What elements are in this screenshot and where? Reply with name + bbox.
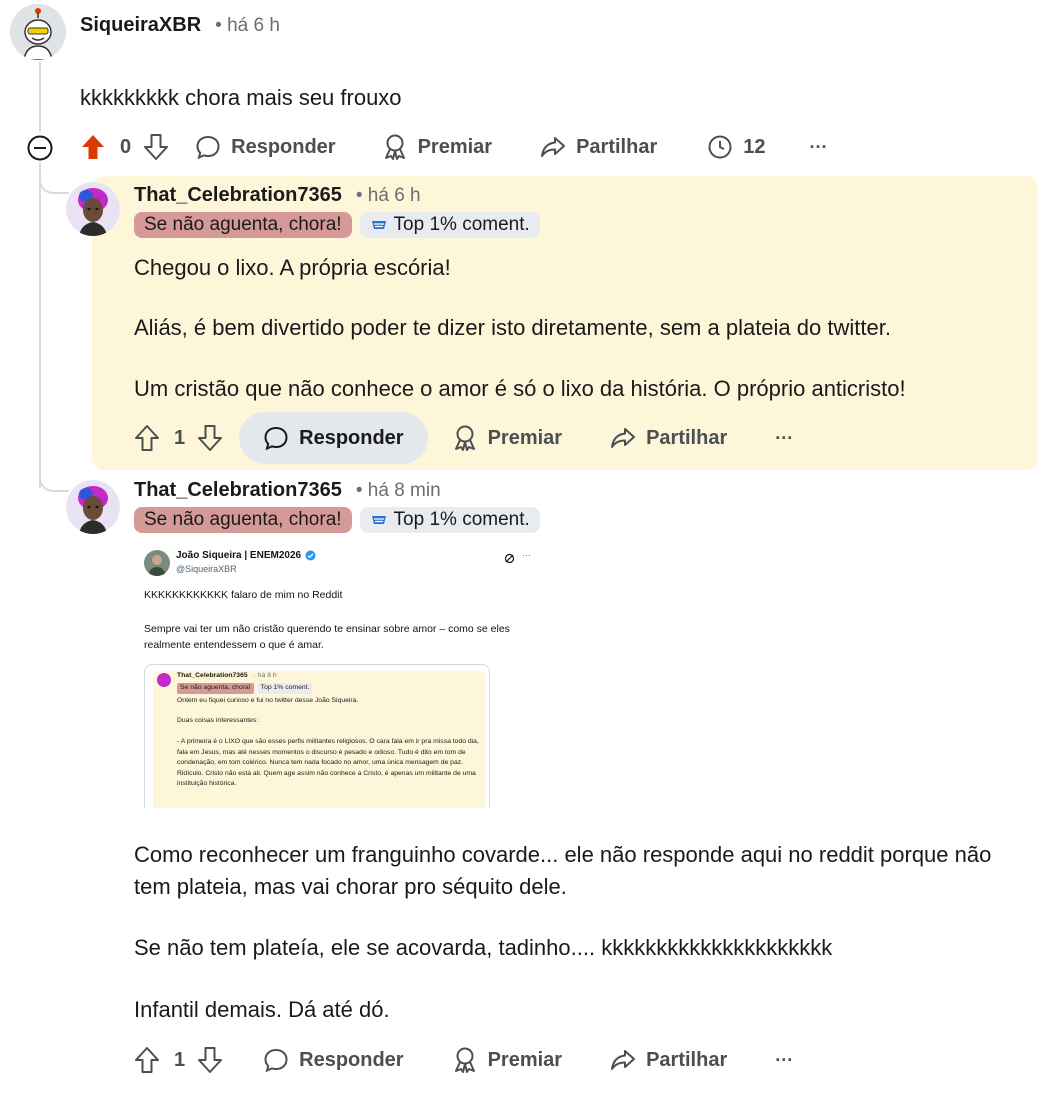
share-button[interactable]: Partilhar xyxy=(610,412,727,464)
badge-icon xyxy=(371,221,386,229)
tweet-avatar xyxy=(144,550,170,576)
user-flair: Se não aguenta, chora! xyxy=(134,212,352,238)
avatar[interactable] xyxy=(66,182,120,236)
comment-time: • há 8 min xyxy=(355,479,441,501)
more-options-button[interactable]: ··· xyxy=(775,1034,793,1086)
more-options-button[interactable]: ··· xyxy=(775,412,793,464)
tweet-grok-icon xyxy=(504,551,515,569)
vote-count: 1 xyxy=(174,426,186,449)
share-icon xyxy=(541,137,566,157)
downvote-button[interactable] xyxy=(143,121,169,173)
comment-time: • há 6 h xyxy=(355,184,421,206)
quoted-badge: Top 1% coment. xyxy=(257,683,313,694)
speech-bubble-icon xyxy=(196,135,220,160)
thread-curve-2 xyxy=(39,462,69,492)
comment-actions: 1 Responder Premiar Partilhar ··· xyxy=(134,412,793,464)
share-button[interactable]: Partilhar xyxy=(610,1034,727,1086)
upvote-button[interactable] xyxy=(134,1034,160,1086)
upvote-button[interactable] xyxy=(80,121,106,173)
tweet-more-icon: ··· xyxy=(522,550,531,560)
embedded-tweet-image[interactable]: João Siqueira | ENEM2026 @SiqueiraXBR ··… xyxy=(134,540,554,808)
avatar[interactable] xyxy=(66,480,120,534)
award-icon xyxy=(454,1047,475,1073)
tweet-author-name: João Siqueira | ENEM2026 xyxy=(176,550,302,561)
quoted-p1: Ontem eu fiquei curioso e fui no twitter… xyxy=(177,697,359,704)
verified-icon xyxy=(305,550,316,561)
thread-curve-1 xyxy=(39,166,69,194)
award-button[interactable]: Premiar xyxy=(452,1034,562,1086)
comment-body-p3: Um cristão que não conhece o amor é só o… xyxy=(134,376,906,401)
downvote-icon xyxy=(198,1047,223,1073)
comment-body-p2: Aliás, é bem divertido poder te dizer is… xyxy=(134,315,891,340)
share-icon xyxy=(611,1050,636,1070)
comment-time: • há 6 h xyxy=(215,14,280,36)
reply-button[interactable]: Responder xyxy=(263,1034,404,1086)
comment-actions: 1 Responder Premiar Partilhar ··· xyxy=(134,1034,793,1086)
reply-button[interactable]: Responder xyxy=(195,121,336,173)
quoted-time: · há 8 h xyxy=(253,672,277,679)
quoted-p2: Duas coisas interessantes: xyxy=(177,717,259,724)
award-button[interactable]: Premiar xyxy=(452,412,562,464)
speech-bubble-icon xyxy=(264,426,288,451)
downvote-button[interactable] xyxy=(197,412,223,464)
top-commenter-badge: Top 1% coment. xyxy=(359,212,540,238)
speech-bubble-icon xyxy=(264,1048,288,1073)
upvote-icon xyxy=(135,1047,159,1073)
quoted-screenshot: That_Celebration7365 · há 8 h Se não agu… xyxy=(144,664,490,808)
top-commenter-badge: Top 1% coment. xyxy=(359,507,540,533)
reply-button[interactable]: Responder xyxy=(239,412,428,464)
upvote-icon xyxy=(135,425,159,451)
comment-body-p2: Se não tem plateía, ele se acovarda, tad… xyxy=(134,935,833,960)
share-button[interactable]: Partilhar xyxy=(540,121,657,173)
avatar[interactable] xyxy=(10,4,66,60)
downvote-icon xyxy=(144,134,169,160)
comment-actions: 0 Responder Premiar Partilhar 12 ··· xyxy=(80,121,827,173)
views-indicator: 12 xyxy=(707,121,766,173)
award-button[interactable]: Premiar xyxy=(382,121,492,173)
comment-username[interactable]: SiqueiraXBR xyxy=(80,14,201,37)
user-flair: Se não aguenta, chora! xyxy=(134,507,352,533)
tweet-text-line1: KKKKKKKKKKKK falaro de mim no Reddit xyxy=(144,589,343,601)
downvote-icon xyxy=(198,425,223,451)
upvote-button[interactable] xyxy=(134,412,160,464)
quoted-username: That_Celebration7365 xyxy=(177,672,248,679)
tweet-text-line2: Sempre vai ter um não cristão querendo t… xyxy=(144,623,510,651)
badge-icon xyxy=(371,516,386,524)
thread-line-main xyxy=(39,62,41,132)
clock-icon xyxy=(708,135,732,159)
comment-username[interactable]: That_Celebration7365 xyxy=(134,184,342,207)
award-icon xyxy=(384,134,405,160)
more-options-button[interactable]: ··· xyxy=(810,121,828,173)
comment-body: kkkkkkkkk chora mais seu frouxo xyxy=(80,85,402,110)
vote-count: 1 xyxy=(174,1048,186,1071)
quoted-flair: Se não aguenta, chora! xyxy=(177,683,254,694)
share-icon xyxy=(611,428,636,448)
comment-body-p3: Infantil demais. Dá até dó. xyxy=(134,997,390,1022)
comment-body-p1: Chegou o lixo. A própria escória! xyxy=(134,255,451,280)
comment-username[interactable]: That_Celebration7365 xyxy=(134,479,342,502)
upvote-icon xyxy=(82,135,104,159)
downvote-button[interactable] xyxy=(197,1034,223,1086)
vote-count: 0 xyxy=(120,135,132,158)
thread-line-main-lower xyxy=(39,162,41,488)
award-icon xyxy=(454,425,475,451)
collapse-thread-button[interactable] xyxy=(27,135,53,161)
tweet-author-handle: @SiqueiraXBR xyxy=(176,564,237,574)
quoted-p3: - A primeira é o LIXO que são esses perf… xyxy=(177,738,479,788)
comment-body-p1: Como reconhecer um franguinho covarde...… xyxy=(134,842,992,899)
